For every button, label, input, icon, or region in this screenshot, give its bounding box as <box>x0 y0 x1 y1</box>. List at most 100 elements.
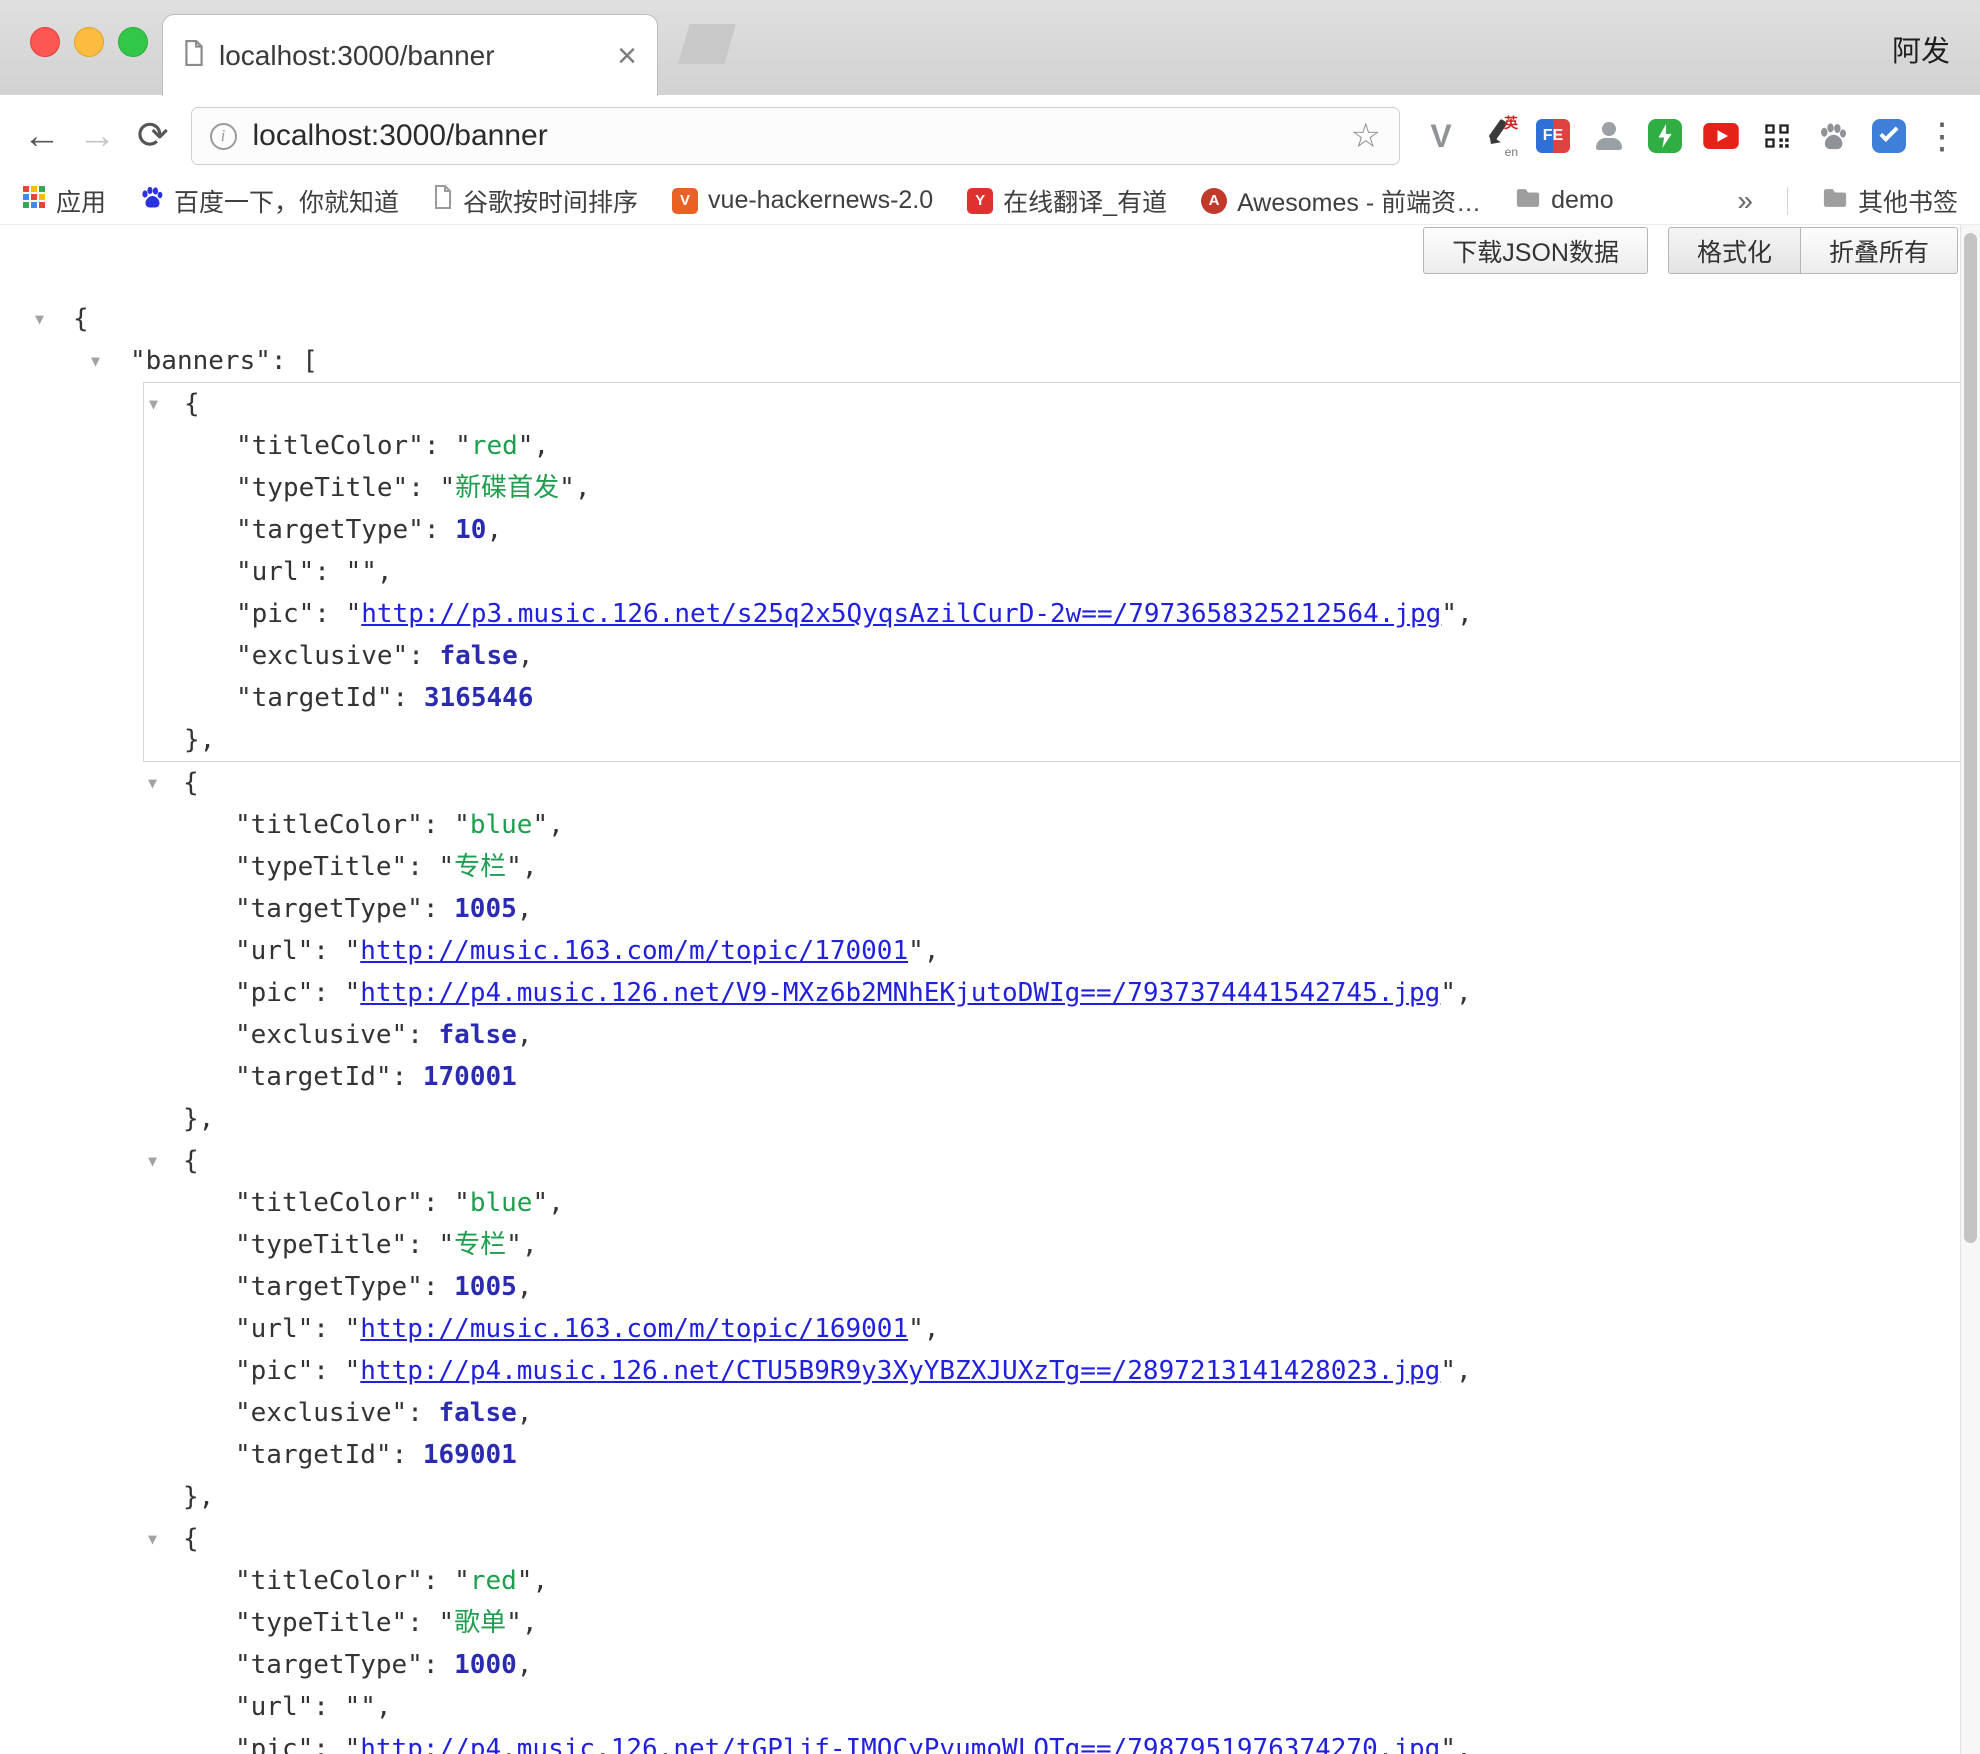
json-line: ▼{ <box>0 298 1980 340</box>
bookmark-star-icon[interactable]: ☆ <box>1351 119 1381 153</box>
json-line: "pic": "http://p4.music.126.net/tGPljf-I… <box>143 1728 1961 1754</box>
fehelper-icon[interactable]: FE <box>1534 117 1572 155</box>
json-link[interactable]: http://p4.music.126.net/CTU5B9R9y3XyYBZX… <box>360 1356 1440 1386</box>
json-line: "titleColor": "red", <box>143 1560 1961 1602</box>
youdao-dict-icon[interactable]: 英 en <box>1478 117 1516 155</box>
vertical-scrollbar[interactable] <box>1960 225 1980 1754</box>
json-line: "pic": "http://p4.music.126.net/V9-MXz6b… <box>143 972 1961 1014</box>
page-content: 下载JSON数据 格式化 折叠所有 ▼{▼"banners": [▼{"titl… <box>0 225 1980 1754</box>
json-object: ▼{"titleColor": "blue","typeTitle": "专栏"… <box>143 762 1961 1140</box>
json-line: "exclusive": false, <box>143 1392 1961 1434</box>
bookmark-baidu[interactable]: 百度一下，你就知道 <box>140 183 399 219</box>
paw-icon[interactable] <box>1814 117 1852 155</box>
forward-button: → <box>70 117 126 155</box>
folder-icon <box>1515 186 1541 215</box>
json-link[interactable]: http://music.163.com/m/topic/169001 <box>360 1314 908 1344</box>
back-button[interactable]: ← <box>14 117 70 155</box>
json-line: }, <box>143 1098 1961 1140</box>
scrollbar-thumb[interactable] <box>1964 233 1977 1243</box>
bookmarks-divider <box>1787 187 1788 215</box>
json-line: "targetId": 169001 <box>143 1434 1961 1476</box>
tab-strip: localhost:3000/banner × 阿发 <box>0 0 1980 95</box>
json-line: "url": "http://music.163.com/m/topic/170… <box>143 930 1961 972</box>
bookmark-vue-hackernews[interactable]: V vue-hackernews-2.0 <box>672 186 933 215</box>
bookmark-google-sort[interactable]: 谷歌按时间排序 <box>433 183 638 219</box>
browser-menu-icon[interactable]: ⋮ <box>1924 118 1960 154</box>
format-collapse-group: 格式化 折叠所有 <box>1668 227 1958 274</box>
collapse-toggle-icon[interactable]: ▼ <box>148 762 157 804</box>
json-link[interactable]: http://p4.music.126.net/V9-MXz6b2MNhEKju… <box>360 978 1440 1008</box>
json-line: "exclusive": false, <box>143 1014 1961 1056</box>
new-tab-button[interactable] <box>678 24 736 64</box>
page-icon <box>433 185 453 216</box>
json-line: ▼{ <box>144 383 1960 425</box>
json-line: "titleColor": "blue", <box>143 804 1961 846</box>
json-line: "targetId": 170001 <box>143 1056 1961 1098</box>
collapse-toggle-icon[interactable]: ▼ <box>149 383 158 425</box>
browser-toolbar: ← → ⟳ i localhost:3000/banner ☆ V 英 en F… <box>0 95 1980 177</box>
json-line: }, <box>144 719 1960 761</box>
collapse-toggle-icon[interactable]: ▼ <box>148 1518 157 1560</box>
reload-button[interactable]: ⟳ <box>125 117 181 155</box>
bookmark-youdao-translate[interactable]: Y 在线翻译_有道 <box>967 183 1167 219</box>
youdao-icon: Y <box>967 188 993 214</box>
json-line: "typeTitle": "专栏", <box>143 1224 1961 1266</box>
json-line: "pic": "http://p3.music.126.net/s25q2x5Q… <box>144 593 1960 635</box>
json-line: "url": "", <box>143 1686 1961 1728</box>
json-object: ▼{"titleColor": "red","typeTitle": "歌单",… <box>143 1518 1961 1754</box>
browser-tab[interactable]: localhost:3000/banner × <box>162 14 658 96</box>
folder-icon <box>1822 186 1848 215</box>
vue-icon: V <box>672 188 698 214</box>
json-link[interactable]: http://p4.music.126.net/tGPljf-IMOCyPvum… <box>360 1734 1440 1754</box>
bookmark-demo-folder[interactable]: demo <box>1515 186 1614 215</box>
window-zoom-button[interactable] <box>118 27 148 57</box>
json-line: ▼{ <box>143 1518 1961 1560</box>
baidu-paw-icon <box>140 185 164 216</box>
collapse-toggle-icon[interactable]: ▼ <box>148 1140 157 1182</box>
json-viewer-actions: 下载JSON数据 格式化 折叠所有 <box>1423 227 1958 274</box>
youtube-icon[interactable] <box>1702 117 1740 155</box>
json-line: "targetType": 1005, <box>143 888 1961 930</box>
json-link[interactable]: http://p3.music.126.net/s25q2x5QyqsAzilC… <box>361 599 1441 629</box>
window-controls <box>30 27 148 57</box>
json-object: ▼{"titleColor": "red","typeTitle": "新碟首发… <box>143 382 1961 762</box>
json-object: ▼{"titleColor": "blue","typeTitle": "专栏"… <box>143 1140 1961 1518</box>
bookmark-apps[interactable]: 应用 <box>22 183 106 219</box>
json-line: "pic": "http://p4.music.126.net/CTU5B9R9… <box>143 1350 1961 1392</box>
format-button[interactable]: 格式化 <box>1668 227 1801 274</box>
profile-name[interactable]: 阿发 <box>1892 28 1950 70</box>
json-line: ▼"banners": [ <box>0 340 1980 382</box>
json-line: "titleColor": "blue", <box>143 1182 1961 1224</box>
bookmark-awesomes[interactable]: A Awesomes - 前端资… <box>1201 183 1481 219</box>
collapse-toggle-icon[interactable]: ▼ <box>91 340 100 382</box>
tab-title: localhost:3000/banner <box>219 40 603 72</box>
collapse-toggle-icon[interactable]: ▼ <box>35 298 44 340</box>
json-line: "exclusive": false, <box>144 635 1960 677</box>
json-line: }, <box>143 1476 1961 1518</box>
org-person-icon[interactable] <box>1590 117 1628 155</box>
address-input[interactable]: localhost:3000/banner <box>253 119 1335 153</box>
shield-check-icon[interactable] <box>1870 117 1908 155</box>
json-line: "targetType": 10, <box>144 509 1960 551</box>
other-bookmarks-folder[interactable]: 其他书签 <box>1822 183 1958 219</box>
tab-close-icon[interactable]: × <box>617 39 637 73</box>
vimium-icon[interactable]: V <box>1422 117 1460 155</box>
collapse-all-button[interactable]: 折叠所有 <box>1801 227 1958 274</box>
bookmarks-bar: 应用 百度一下，你就知道 谷歌按时间排序 V vue-hackernews-2.… <box>0 177 1980 225</box>
site-info-icon[interactable]: i <box>210 123 237 150</box>
json-line: "url": "http://music.163.com/m/topic/169… <box>143 1308 1961 1350</box>
download-json-button[interactable]: 下载JSON数据 <box>1423 227 1648 274</box>
qrcode-icon[interactable] <box>1758 117 1796 155</box>
json-line: "targetType": 1005, <box>143 1266 1961 1308</box>
json-line: "targetType": 1000, <box>143 1644 1961 1686</box>
green-shield-icon[interactable] <box>1646 117 1684 155</box>
json-link[interactable]: http://music.163.com/m/topic/170001 <box>360 936 908 966</box>
apps-grid-icon <box>22 185 46 216</box>
awesomes-icon: A <box>1201 188 1227 214</box>
window-close-button[interactable] <box>30 27 60 57</box>
address-bar[interactable]: i localhost:3000/banner ☆ <box>191 107 1401 165</box>
bookmarks-overflow-chevron[interactable]: » <box>1737 185 1753 217</box>
page-icon <box>183 40 205 71</box>
json-line: "typeTitle": "新碟首发", <box>144 467 1960 509</box>
window-minimize-button[interactable] <box>74 27 104 57</box>
